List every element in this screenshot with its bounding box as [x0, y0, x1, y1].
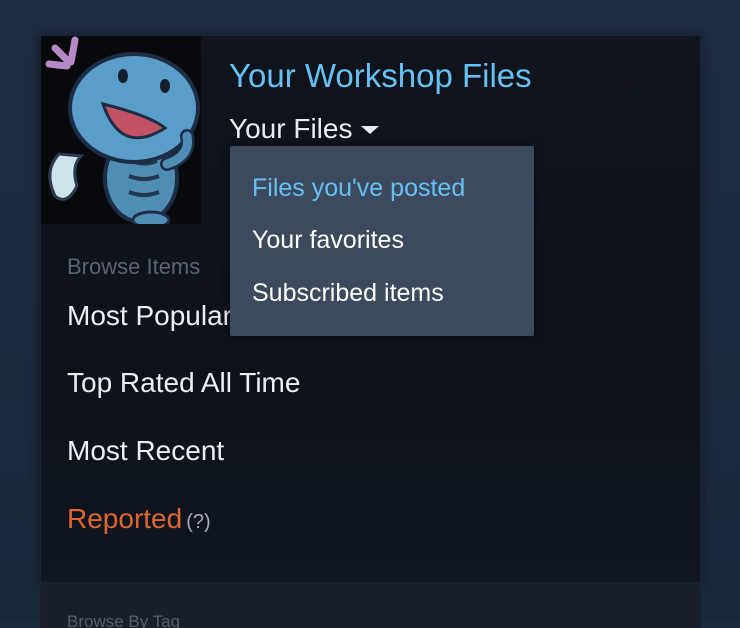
browse-by-tag-heading: Browse By Tag [67, 612, 181, 628]
caret-down-icon [361, 126, 380, 134]
browse-items-heading: Browse Items [67, 254, 201, 279]
browse-reported-link[interactable]: Reported (?) [67, 503, 211, 535]
dropdown-option-favorites[interactable]: Your favorites [252, 226, 404, 255]
browse-most-popular-link[interactable]: Most Popular [67, 300, 232, 332]
page-title: Your Workshop Files [229, 57, 532, 94]
reported-label: Reported [67, 503, 183, 534]
dropdown-option-files-posted[interactable]: Files you've posted [252, 174, 465, 203]
dropdown-option-subscribed[interactable]: Subscribed items [252, 279, 444, 308]
browse-by-tag-panel: Browse By Tag [40, 583, 701, 628]
browse-most-recent-link[interactable]: Most Recent [67, 435, 224, 467]
reported-help-icon[interactable]: (?) [186, 511, 210, 533]
your-files-dropdown-menu: Files you've posted Your favorites Subsc… [230, 146, 534, 336]
avatar-creature-icon [41, 36, 201, 224]
your-files-label: Your Files [229, 113, 353, 144]
browse-top-rated-link[interactable]: Top Rated All Time [67, 367, 300, 399]
your-files-dropdown-toggle[interactable]: Your Files [229, 112, 380, 146]
user-avatar[interactable] [41, 36, 201, 224]
